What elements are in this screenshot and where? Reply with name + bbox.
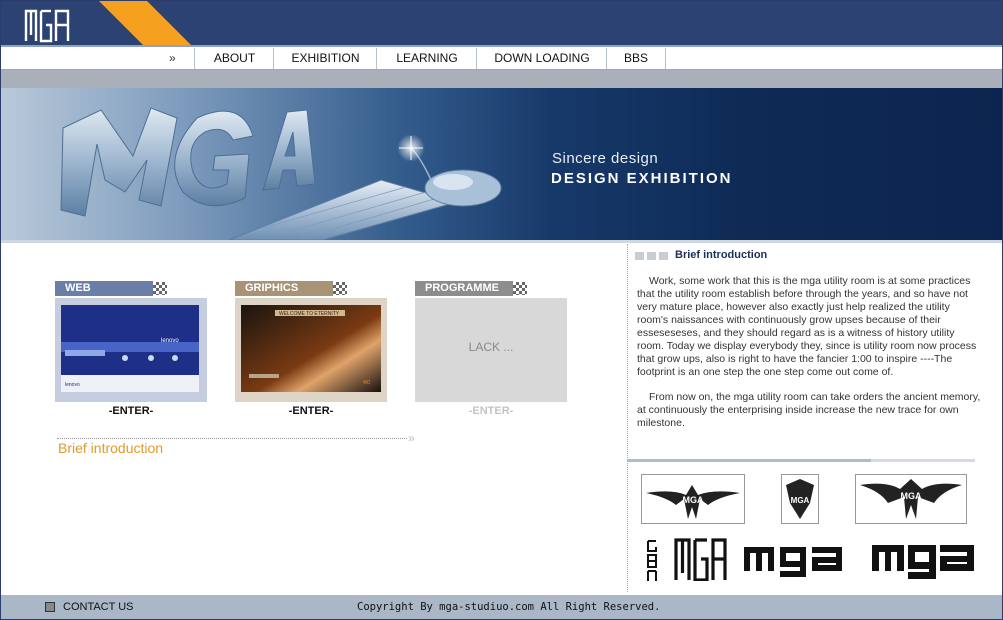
griphics-thumb-heading: WELCOME TO ETERNITY [279, 311, 340, 317]
contact-square-icon [45, 602, 55, 612]
mga-wordmark-icon[interactable] [742, 539, 848, 581]
card-programme-thumbnail[interactable]: LACK ... [415, 298, 567, 402]
intro-title: Brief introduction [675, 249, 768, 261]
header-divider [1, 45, 1002, 47]
title-square-icon [647, 252, 656, 260]
mga-logo-icon[interactable] [23, 7, 71, 43]
griphics-thumb-tag: 4/0 [363, 380, 370, 386]
intro-paragraph-2: From now on, the mga utility room can ta… [637, 391, 981, 429]
card-griphics-thumbnail[interactable]: WELCOME TO ETERNITY 4/0 [235, 298, 387, 402]
web-enter-link[interactable]: -ENTER- [55, 405, 207, 417]
title-square-icon [635, 252, 644, 260]
griphics-preview-image: WELCOME TO ETERNITY 4/0 [241, 305, 381, 392]
main-nav: » ABOUT EXHIBITION LEARNING DOWN LOADING… [1, 48, 1002, 70]
header-accent-stripe [99, 1, 193, 47]
web-thumb-subbrand: lenovo [65, 382, 80, 388]
nav-item-about[interactable]: ABOUT [194, 48, 274, 69]
card-programme-title: PROGRAMME [415, 281, 513, 296]
intro-text: Work, some work that this is the mga uti… [637, 275, 983, 442]
web-thumb-brand: lenovo [161, 338, 179, 344]
mga-wordmark-bold-icon[interactable] [870, 539, 976, 581]
nav-subbar [1, 70, 1002, 88]
logos-divider [627, 459, 975, 462]
nav-item-bbs[interactable]: BBS [606, 48, 666, 69]
nav-item-down-loading[interactable]: DOWN LOADING [476, 48, 607, 69]
copyright-text: Copyright By mga-studiuo.com All Right R… [357, 601, 661, 613]
nav-item-exhibition[interactable]: EXHIBITION [273, 48, 377, 69]
checker-icon [153, 282, 167, 295]
mga-wide-tribal-logo-icon[interactable]: MGA [855, 474, 967, 524]
programme-lack-text: LACK ... [468, 340, 514, 354]
right-panel-border [627, 244, 628, 592]
left-dotted-divider [57, 438, 407, 439]
intro-paragraph-1: Work, some work that this is the mga uti… [637, 275, 977, 378]
banner-slogan-small: Sincere design [552, 150, 659, 167]
double-arrow-icon: » [408, 431, 415, 445]
mga-tribal-logo-icon[interactable]: MGA [641, 474, 745, 524]
nav-item-learning[interactable]: LEARNING [376, 48, 477, 69]
hero-banner: Sincere design DESIGN EXHIBITION [1, 88, 1002, 240]
griphics-enter-link[interactable]: -ENTER- [235, 405, 387, 417]
brief-introduction-link[interactable]: Brief introduction [58, 440, 163, 456]
checker-icon [333, 282, 347, 295]
nav-arrows-icon: » [169, 51, 176, 65]
programme-enter-link[interactable]: -ENTER- [415, 405, 567, 417]
svg-text:MGA: MGA [683, 495, 704, 505]
mga-block-logo-icon[interactable] [673, 537, 727, 581]
banner-mga-letters [60, 107, 316, 217]
contact-us-link[interactable]: CONTACT US [63, 601, 134, 613]
web-preview-image: lenovo lenovo [61, 305, 199, 392]
card-web-title: WEB [55, 281, 153, 296]
banner-slogan-big: DESIGN EXHIBITION [551, 170, 733, 187]
page-frame: » ABOUT EXHIBITION LEARNING DOWN LOADING… [0, 0, 1003, 620]
banner-bottom-rule [1, 240, 1002, 243]
checker-icon [513, 282, 527, 295]
banner-artwork [60, 107, 502, 240]
site-header [1, 1, 1002, 47]
mga-vertical-logo-icon[interactable] [645, 537, 659, 581]
svg-text:MGA: MGA [791, 496, 810, 505]
svg-text:MGA: MGA [901, 491, 922, 501]
card-web-thumbnail[interactable]: lenovo lenovo [55, 298, 207, 402]
card-griphics-title: GRIPHICS [235, 281, 333, 296]
mga-badge-logo-icon[interactable]: MGA [781, 474, 819, 524]
title-square-icon [659, 252, 668, 260]
